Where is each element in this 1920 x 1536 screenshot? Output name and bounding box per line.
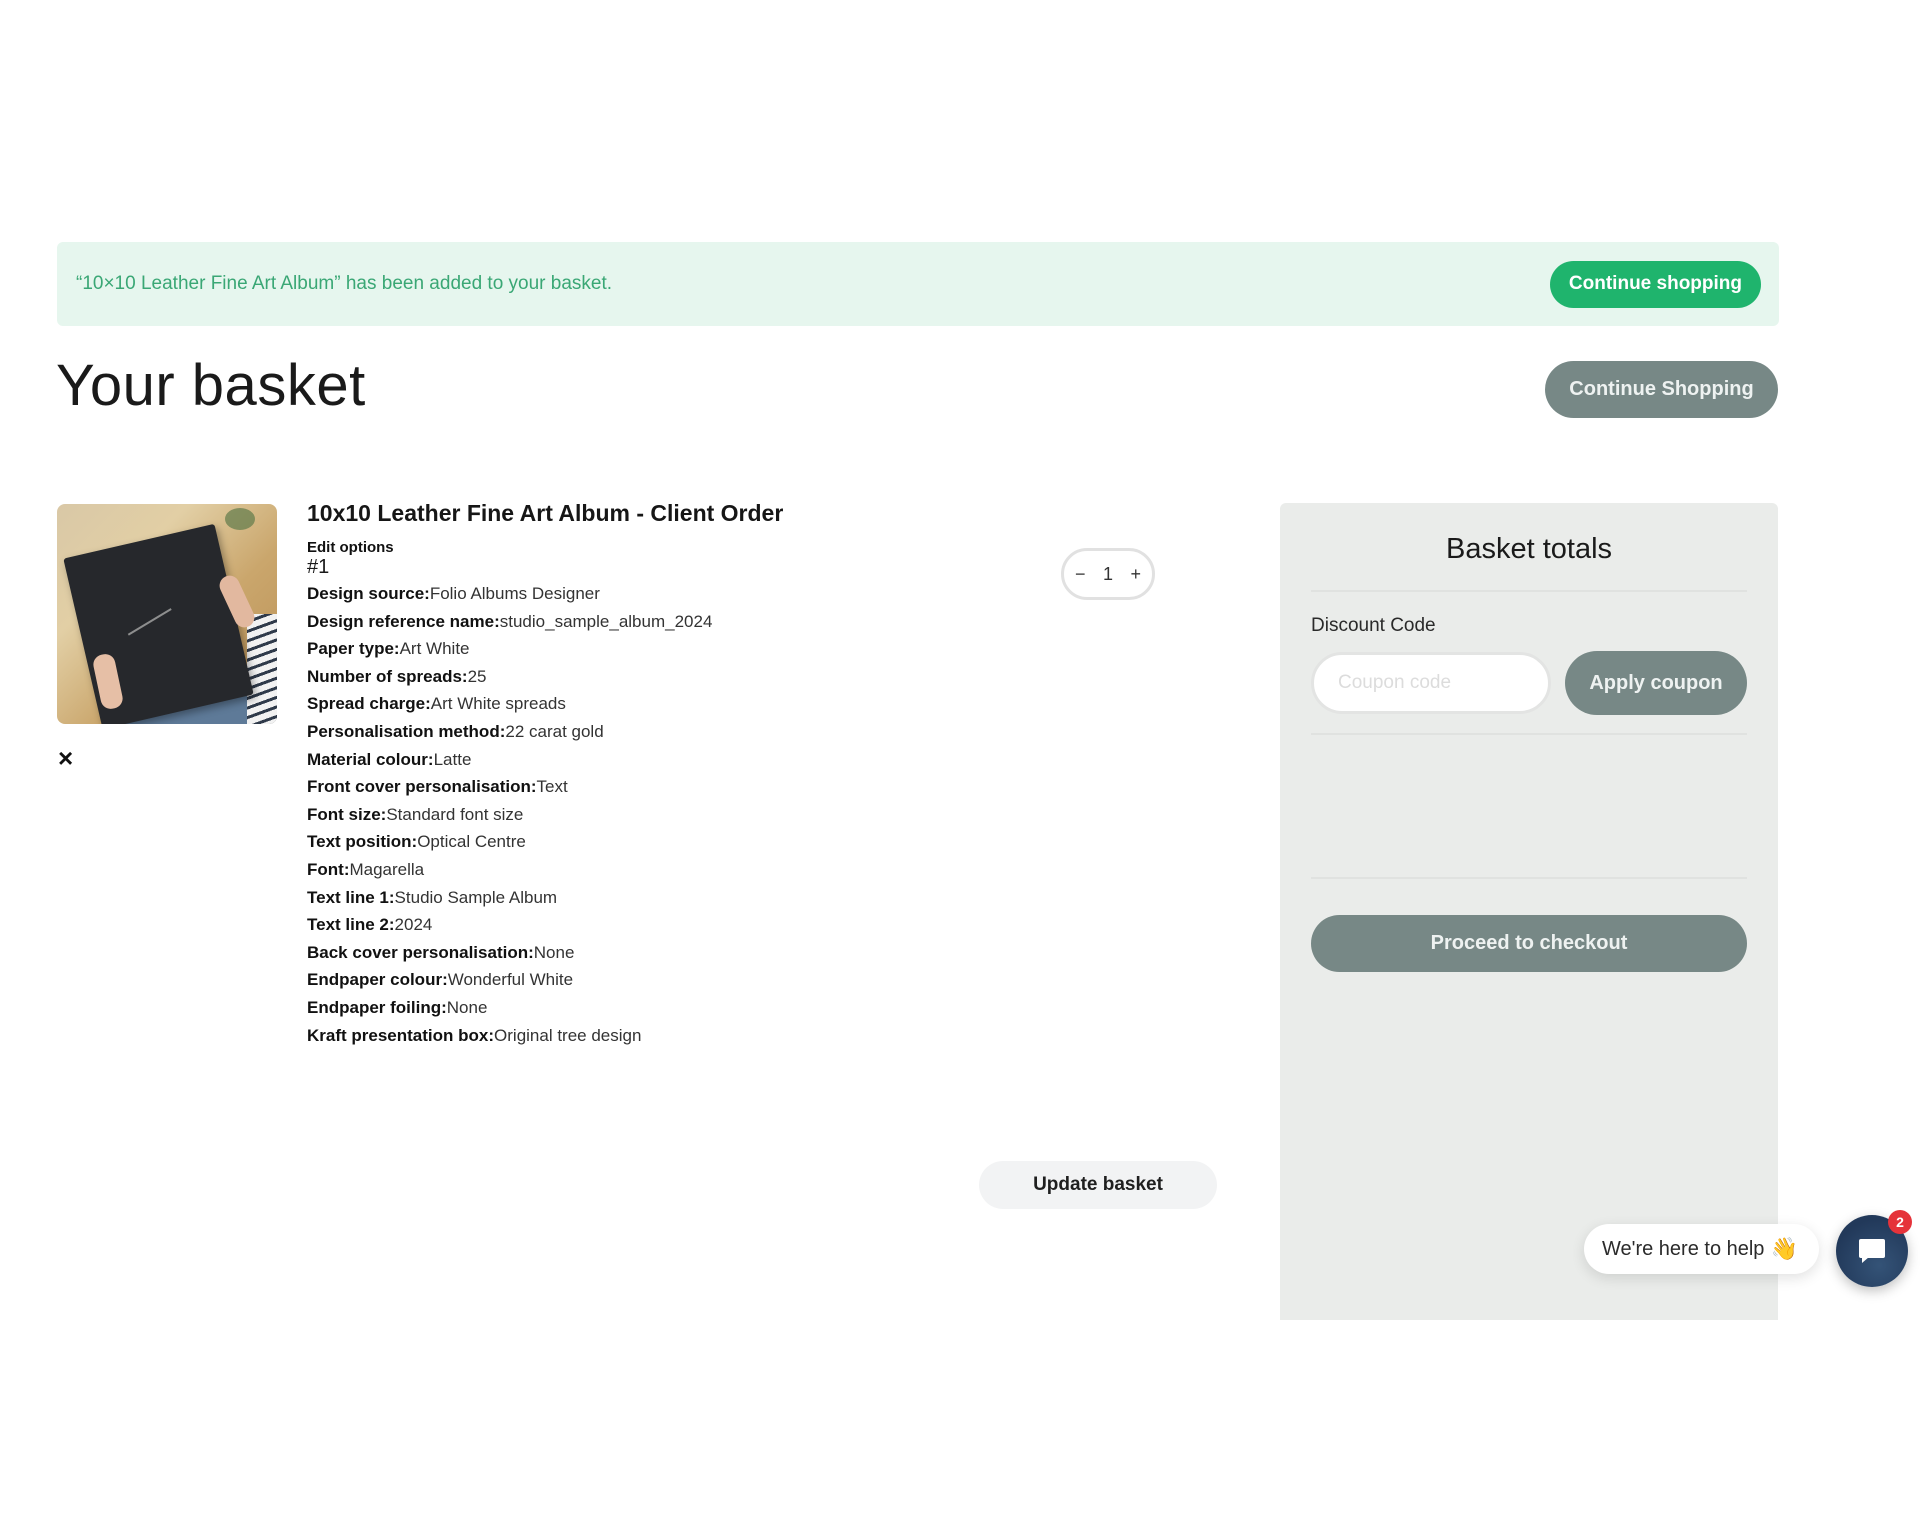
page-title: Your basket	[56, 353, 366, 418]
image-sleeve	[247, 614, 277, 724]
product-options-list: Design source:Folio Albums Designer Desig…	[307, 580, 712, 1049]
option-label: Endpaper colour:	[307, 970, 448, 990]
option-value: Wonderful White	[447, 970, 574, 990]
product-option: Text line 1:Studio Sample Album	[307, 884, 712, 912]
product-option: Paper type:Art White	[307, 635, 712, 663]
option-label: Kraft presentation box:	[307, 1025, 495, 1045]
chat-unread-badge: 2	[1888, 1210, 1912, 1234]
product-option: Number of spreads:25	[307, 663, 712, 691]
divider	[1311, 733, 1747, 735]
chat-prompt-bubble[interactable]: We're here to help 👋	[1584, 1224, 1819, 1274]
option-value: Latte	[433, 749, 472, 769]
option-value: None	[446, 997, 488, 1017]
option-label: Personalisation method:	[307, 721, 506, 741]
option-label: Number of spreads:	[307, 666, 468, 686]
option-label: Design reference name:	[307, 611, 500, 631]
product-option: Kraft presentation box:Original tree des…	[307, 1022, 712, 1050]
option-value: None	[533, 942, 575, 962]
product-option: Font:Magarella	[307, 856, 712, 884]
divider	[1311, 877, 1747, 879]
option-value: Optical Centre	[417, 832, 526, 852]
product-option: Text line 2:2024	[307, 911, 712, 939]
product-thumbnail[interactable]	[57, 504, 277, 724]
quantity-stepper[interactable]: − 1 +	[1061, 548, 1155, 600]
decrease-quantity-button[interactable]: −	[1075, 564, 1086, 585]
quantity-input[interactable]: 1	[1103, 564, 1113, 585]
option-value: Folio Albums Designer	[429, 584, 600, 603]
edit-options-link[interactable]: Edit options	[307, 539, 394, 556]
option-label: Font size:	[307, 804, 387, 824]
option-label: Text line 1:	[307, 887, 395, 907]
product-option: Design source:Folio Albums Designer	[307, 580, 712, 608]
basket-totals-title: Basket totals	[1445, 533, 1613, 565]
coupon-code-input[interactable]	[1311, 652, 1551, 714]
option-label: Spread charge:	[307, 694, 431, 714]
option-label: Text position:	[307, 832, 418, 852]
option-value: Magarella	[349, 859, 425, 879]
image-plant	[225, 508, 255, 530]
discount-code-label: Discount Code	[1311, 615, 1436, 636]
product-title[interactable]: 10x10 Leather Fine Art Album - Client Or…	[307, 500, 783, 527]
continue-shopping-button[interactable]: Continue Shopping	[1545, 361, 1778, 418]
basket-totals-panel: Basket totals Discount Code Apply coupon…	[1280, 503, 1778, 1320]
option-label: Design source:	[307, 584, 430, 603]
option-value: 25	[467, 666, 487, 686]
option-value: Art White spreads	[430, 694, 566, 714]
option-label: Front cover personalisation:	[307, 777, 537, 797]
product-option: Endpaper foiling:None	[307, 994, 712, 1022]
option-value: Standard font size	[386, 804, 524, 824]
product-option: Endpaper colour:Wonderful White	[307, 966, 712, 994]
product-option: Personalisation method:22 carat gold	[307, 718, 712, 746]
item-number: #1	[307, 556, 330, 578]
notice-continue-shopping-button[interactable]: Continue shopping	[1549, 260, 1761, 308]
option-value: Text	[536, 777, 568, 797]
option-value: Art White	[399, 639, 470, 659]
product-option: Back cover personalisation:None	[307, 939, 712, 967]
option-label: Text line 2:	[307, 915, 395, 935]
option-value: studio_sample_album_2024	[499, 611, 713, 631]
added-to-basket-notice: “10×10 Leather Fine Art Album” has been …	[57, 242, 1779, 326]
product-option: Front cover personalisation:Text	[307, 773, 712, 801]
option-value: Original tree design	[494, 1025, 642, 1045]
option-label: Font:	[307, 859, 350, 879]
notice-message: “10×10 Leather Fine Art Album” has been …	[76, 273, 613, 294]
product-option: Material colour:Latte	[307, 746, 712, 774]
option-label: Paper type:	[307, 639, 400, 659]
proceed-to-checkout-button[interactable]: Proceed to checkout	[1311, 915, 1747, 972]
chat-icon	[1859, 1239, 1885, 1263]
option-value: 22 carat gold	[505, 721, 604, 741]
remove-item-icon[interactable]: ×	[58, 745, 73, 771]
option-label: Material colour:	[307, 749, 434, 769]
waving-hand-icon: 👋	[1770, 1236, 1798, 1261]
increase-quantity-button[interactable]: +	[1130, 564, 1141, 585]
image-album	[63, 523, 254, 724]
apply-coupon-button[interactable]: Apply coupon	[1565, 651, 1747, 715]
option-value: 2024	[394, 915, 433, 935]
product-option: Spread charge:Art White spreads	[307, 690, 712, 718]
product-option: Text position:Optical Centre	[307, 828, 712, 856]
option-label: Back cover personalisation:	[307, 942, 534, 962]
chat-prompt-text: We're here to help	[1602, 1237, 1765, 1260]
option-value: Studio Sample Album	[394, 887, 558, 907]
option-label: Endpaper foiling:	[307, 997, 447, 1017]
divider	[1311, 590, 1747, 592]
product-option: Design reference name:studio_sample_albu…	[307, 608, 712, 636]
product-option: Font size:Standard font size	[307, 801, 712, 829]
update-basket-button[interactable]: Update basket	[979, 1161, 1217, 1209]
